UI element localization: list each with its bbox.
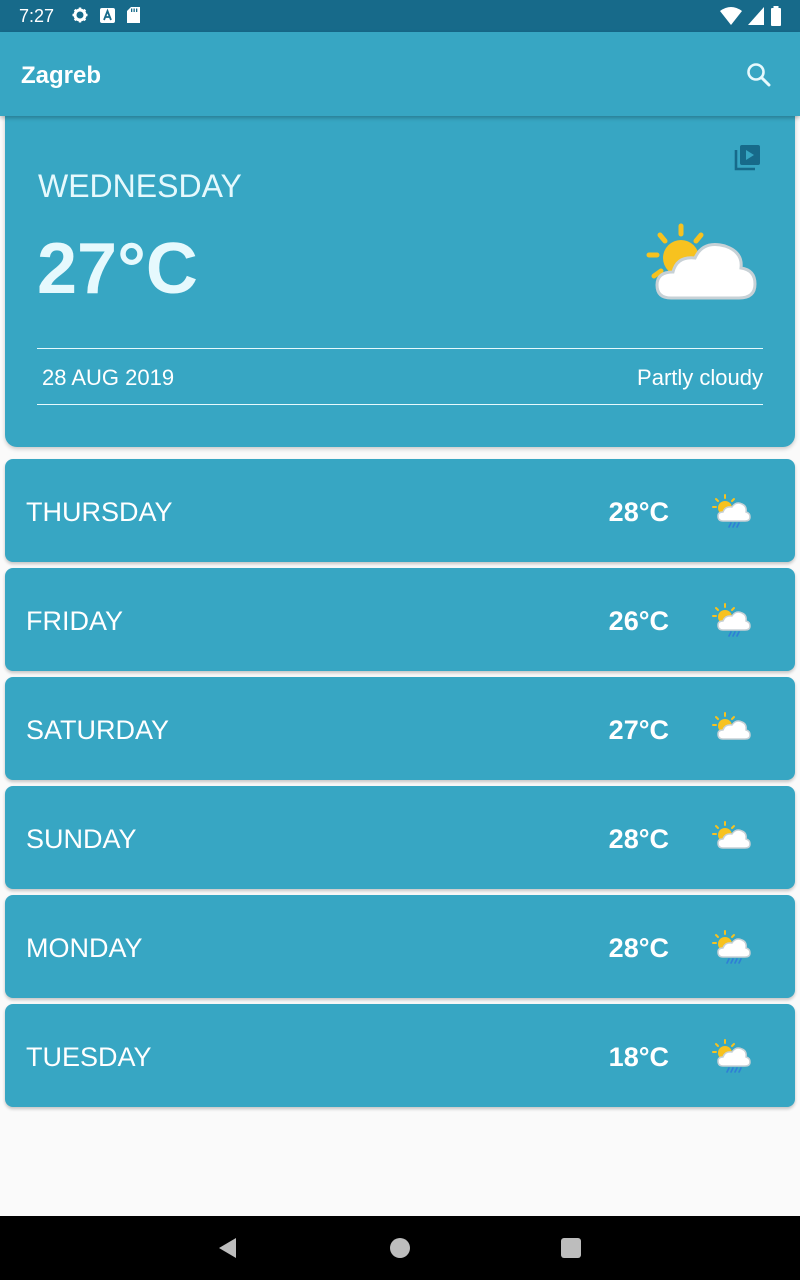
- forecast-row-friday[interactable]: FRIDAY 26°C: [5, 568, 795, 671]
- partly-cloudy-icon: [712, 821, 751, 849]
- forecast-day: TUESDAY: [26, 1042, 152, 1072]
- partly-cloudy-rain-icon: [712, 603, 751, 637]
- search-icon[interactable]: [744, 60, 774, 90]
- forecast-day: SUNDAY: [26, 824, 137, 854]
- forecast-temperature: 26°C: [608, 606, 669, 636]
- cell-signal-icon: [748, 7, 764, 25]
- forecast-day: SATURDAY: [26, 715, 170, 745]
- partly-cloudy-rain-icon: [712, 930, 751, 964]
- forecast-day: MONDAY: [26, 933, 143, 963]
- sd-card-icon: [127, 7, 140, 23]
- today-temperature: 27°C: [37, 229, 198, 309]
- partly-cloudy-icon: [712, 712, 751, 740]
- today-day: WEDNESDAY: [38, 168, 242, 204]
- status-time: 7:27: [19, 6, 55, 26]
- recents-icon[interactable]: [560, 1237, 582, 1259]
- partly-cloudy-rain-icon: [712, 494, 751, 528]
- battery-icon: [771, 6, 781, 26]
- city-title: Zagreb: [21, 62, 102, 89]
- today-condition: Partly cloudy: [637, 365, 763, 390]
- forecast-row-saturday[interactable]: SATURDAY 27°C: [5, 677, 795, 780]
- play-video-icon[interactable]: [733, 142, 763, 172]
- forecast-row-monday[interactable]: MONDAY 28°C: [5, 895, 795, 998]
- forecast-temperature: 18°C: [608, 1042, 669, 1072]
- forecast-row-tuesday[interactable]: TUESDAY 18°C: [5, 1004, 795, 1107]
- forecast-temperature: 28°C: [608, 824, 669, 854]
- keyboard-a-icon: [100, 7, 115, 23]
- wifi-icon: [720, 7, 742, 25]
- forecast-row-sunday[interactable]: SUNDAY 28°C: [5, 786, 795, 889]
- system-nav-bar: [0, 1216, 800, 1280]
- forecast-temperature: 28°C: [608, 497, 669, 527]
- today-date: 28 AUG 2019: [42, 365, 175, 390]
- back-icon[interactable]: [216, 1236, 240, 1260]
- forecast-temperature: 28°C: [608, 933, 669, 963]
- forecast-day: FRIDAY: [26, 606, 124, 636]
- divider-top: [37, 348, 763, 349]
- home-icon[interactable]: [389, 1237, 411, 1259]
- forecast-day: THURSDAY: [26, 497, 173, 527]
- settings-icon: [72, 7, 88, 23]
- forecast-row-thursday[interactable]: THURSDAY 28°C: [5, 459, 795, 562]
- app-bar: Zagreb: [0, 32, 800, 116]
- forecast-temperature: 27°C: [608, 715, 669, 745]
- divider-bottom: [37, 404, 763, 405]
- status-bar: 7:27: [0, 0, 800, 32]
- today-weather-card[interactable]: WEDNESDAY 27°C 28 AUG 2019 Partly cloudy: [5, 110, 795, 447]
- partly-cloudy-icon: [646, 223, 757, 300]
- partly-cloudy-rain-icon: [712, 1039, 751, 1073]
